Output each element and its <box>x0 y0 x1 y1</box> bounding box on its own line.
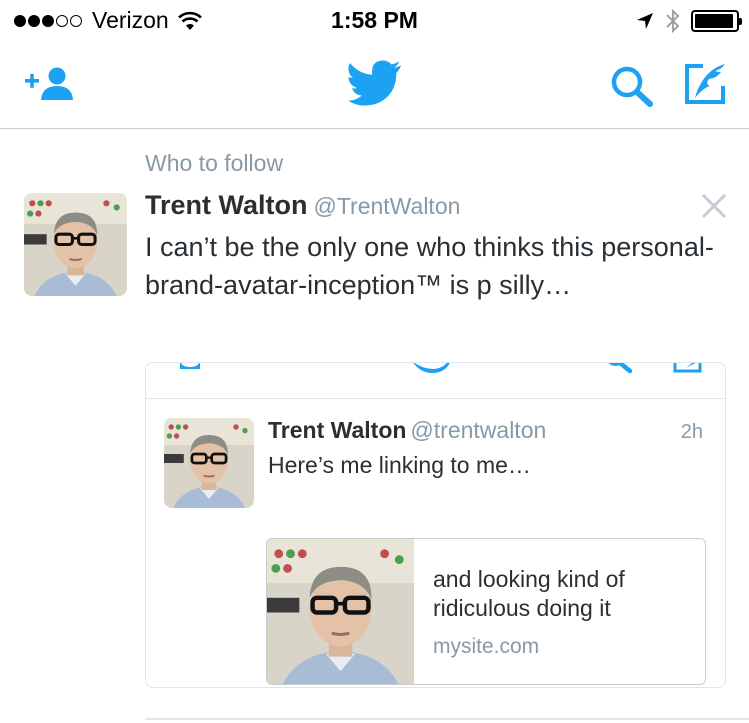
status-right <box>635 8 742 34</box>
close-icon[interactable] <box>700 192 728 220</box>
battery-fill <box>695 14 733 28</box>
search-icon[interactable] <box>610 65 654 107</box>
embedded-timestamp: 2h <box>680 421 703 443</box>
bluetooth-icon <box>666 8 680 34</box>
location-arrow-icon <box>637 13 653 29</box>
tweet-author-name[interactable]: Trent Walton <box>145 190 308 220</box>
link-card-image <box>267 539 414 685</box>
embedded-nav-bar <box>146 363 725 399</box>
avatar[interactable] <box>24 193 127 296</box>
embedded-tweet-text: Here’s me linking to me… <box>268 452 531 478</box>
compose-icon[interactable] <box>683 62 729 106</box>
embedded-screenshot[interactable]: Trent Walton @trentwalton 2h Here’s me li… <box>145 362 726 688</box>
add-user-icon <box>180 363 200 369</box>
compose-icon <box>673 363 702 373</box>
twitter-bird-icon <box>413 363 450 373</box>
link-card-domain: mysite.com <box>433 635 540 658</box>
search-icon <box>608 363 633 374</box>
tweet-author-handle[interactable]: @TrentWalton <box>314 193 461 219</box>
add-user-icon[interactable] <box>24 66 76 102</box>
avatar <box>164 418 254 508</box>
link-card-text: and looking kind of ridiculous doing it <box>433 566 625 621</box>
twitter-bird-icon[interactable] <box>348 60 402 106</box>
tweet-text: I can’t be the only one who thinks this … <box>145 232 714 300</box>
embedded-author-handle: @trentwalton <box>410 417 547 443</box>
status-bar: Verizon 1:58 PM <box>0 0 749 40</box>
embedded-author-name: Trent Walton <box>268 417 407 443</box>
embedded-tweet-author: Trent Walton @trentwalton <box>268 417 546 444</box>
link-card: and looking kind of ridiculous doing it … <box>266 538 706 685</box>
who-to-follow-label: Who to follow <box>145 150 284 176</box>
battery-icon <box>691 10 742 32</box>
nav-bar <box>0 40 749 129</box>
divider <box>145 718 749 720</box>
tweet-author[interactable]: Trent Walton @TrentWalton <box>145 190 460 221</box>
